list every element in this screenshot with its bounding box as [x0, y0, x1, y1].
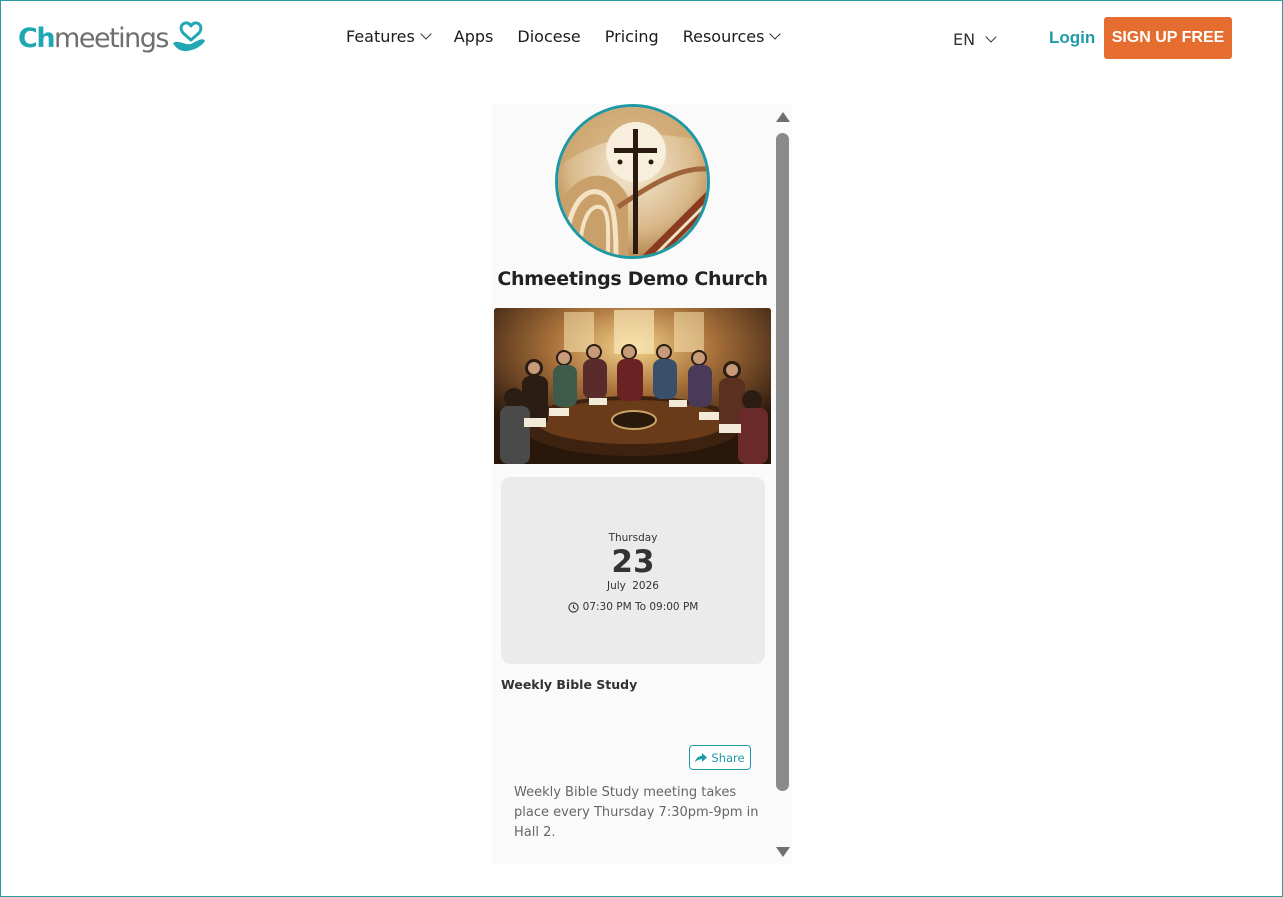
church-logo [555, 104, 710, 259]
event-month-year: July 2026 [607, 580, 659, 592]
scroll-up-arrow[interactable] [776, 112, 790, 122]
event-image [494, 308, 771, 464]
event-description: Weekly Bible Study meeting takes place e… [514, 785, 759, 840]
nav-apps[interactable]: Apps [454, 27, 494, 46]
clock-icon [567, 601, 579, 613]
nav-diocese[interactable]: Diocese [517, 27, 580, 46]
chevron-down-icon [420, 28, 432, 40]
main-nav: Features Apps Diocese Pricing Resources [346, 27, 803, 46]
cross-emblem-icon [558, 107, 707, 256]
chevron-down-icon [985, 31, 997, 43]
scrollbar-thumb[interactable] [776, 133, 789, 791]
event-panel: Chmeetings Demo Church Thursday 23 July … [492, 104, 792, 864]
share-button[interactable]: Share [689, 745, 751, 770]
scroll-down-arrow[interactable] [776, 847, 790, 857]
logo-text: Chmeetings [18, 22, 169, 54]
nav-pricing[interactable]: Pricing [605, 27, 659, 46]
language-label: EN [953, 30, 976, 49]
chevron-down-icon [769, 28, 782, 40]
signup-button[interactable]: SIGN UP FREE [1104, 17, 1232, 59]
church-name: Chmeetings Demo Church [497, 268, 768, 290]
event-day-name: Thursday [608, 532, 658, 544]
event-date-card: Thursday 23 July 2026 07:30 PM To 09:00 … [501, 477, 765, 664]
event-time: 07:30 PM To 09:00 PM [501, 601, 765, 613]
chmeetings-logo[interactable]: Chmeetings [18, 18, 207, 58]
bible-study-photo [494, 308, 771, 464]
heart-hand-icon [172, 21, 205, 51]
share-arrow-icon [695, 752, 708, 762]
event-day-number: 23 [611, 544, 655, 580]
nav-features[interactable]: Features [346, 27, 432, 46]
login-link[interactable]: Login [1049, 28, 1095, 48]
nav-resources[interactable]: Resources [683, 27, 782, 46]
event-title: Weekly Bible Study [501, 677, 638, 692]
event-time-range: 07:30 PM To 09:00 PM [582, 601, 699, 613]
language-selector[interactable]: EN [953, 30, 997, 49]
